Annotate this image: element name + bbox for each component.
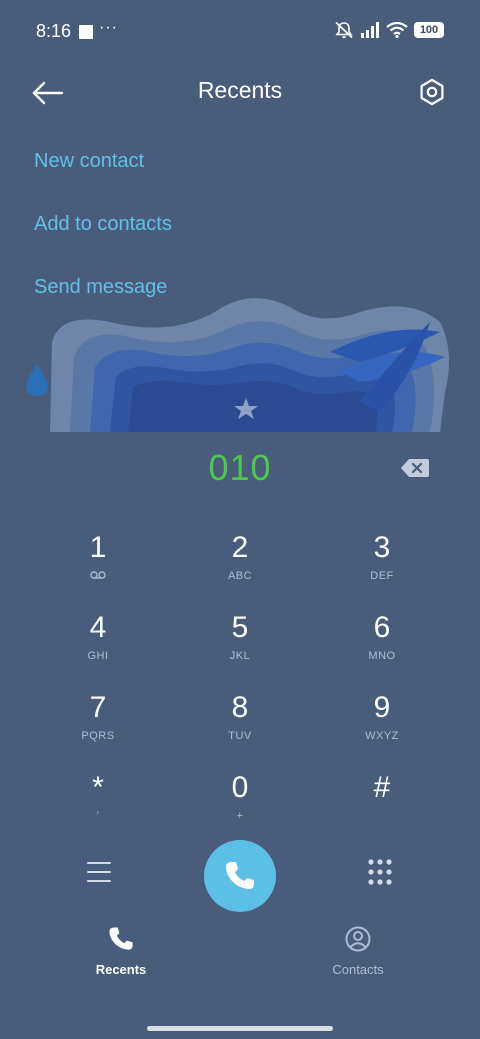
wifi-icon bbox=[386, 22, 408, 38]
battery-icon: 100 bbox=[414, 22, 444, 38]
key-letters: PQRS bbox=[81, 730, 115, 742]
key-7[interactable]: 7 PQRS bbox=[28, 686, 168, 762]
key-0[interactable]: 0 + bbox=[170, 766, 310, 842]
key-5[interactable]: 5 JKL bbox=[170, 606, 310, 682]
key-letters: JKL bbox=[229, 650, 251, 662]
key-letters: TUV bbox=[228, 730, 252, 742]
key-1[interactable]: 1 bbox=[28, 526, 168, 602]
key-letters: ' bbox=[96, 810, 100, 822]
signal-icon bbox=[361, 22, 379, 38]
backspace-button[interactable] bbox=[400, 456, 430, 480]
status-icons: 100 bbox=[334, 21, 444, 39]
key-letters: DEF bbox=[370, 570, 394, 582]
call-button[interactable] bbox=[204, 840, 276, 912]
voicemail-icon bbox=[28, 570, 168, 583]
nav-label: Recents bbox=[95, 962, 147, 977]
key-letters: WXYZ bbox=[365, 730, 399, 742]
key-digit: 3 bbox=[373, 531, 391, 564]
empty-state-illustration bbox=[0, 282, 480, 432]
key-digit: 7 bbox=[89, 691, 107, 724]
key-digit: # bbox=[373, 771, 391, 804]
settings-icon bbox=[420, 78, 444, 106]
header: Recents bbox=[0, 62, 480, 122]
mute-icon bbox=[335, 21, 353, 39]
key-digit: 0 bbox=[231, 771, 249, 804]
status-bar: 8:16 ··· 100 bbox=[0, 0, 480, 62]
phone-icon bbox=[109, 927, 133, 950]
key-letters: MNO bbox=[368, 650, 396, 662]
key-letters: ABC bbox=[227, 570, 253, 582]
key-digit: 6 bbox=[373, 611, 391, 644]
add-to-contacts-link[interactable]: Add to contacts bbox=[34, 213, 172, 236]
contact-icon bbox=[345, 926, 371, 952]
key-digit: 5 bbox=[231, 611, 249, 644]
key-9[interactable]: 9 WXYZ bbox=[312, 686, 452, 762]
bottom-navigation: Recents Contacts bbox=[0, 925, 480, 995]
key-digit: 8 bbox=[231, 691, 249, 724]
backspace-icon bbox=[401, 459, 429, 477]
dialpad-toggle-button[interactable] bbox=[361, 853, 399, 891]
key-letters: + bbox=[236, 810, 244, 822]
key-digit: * bbox=[92, 771, 104, 804]
key-2[interactable]: 2 ABC bbox=[170, 526, 310, 602]
nav-tab-contacts[interactable]: Contacts bbox=[288, 925, 428, 977]
more-notifications-indicator: ··· bbox=[99, 19, 118, 36]
menu-icon bbox=[87, 862, 111, 882]
key-letters: GHI bbox=[87, 650, 109, 662]
key-hash[interactable]: # bbox=[312, 766, 452, 842]
page-title: Recents bbox=[197, 77, 283, 103]
key-star[interactable]: * ' bbox=[28, 766, 168, 842]
key-6[interactable]: 6 MNO bbox=[312, 606, 452, 682]
status-time: 8:16 bbox=[36, 21, 72, 41]
settings-button[interactable] bbox=[412, 72, 452, 112]
dialpad-icon bbox=[368, 859, 392, 885]
key-digit: 4 bbox=[89, 611, 107, 644]
nav-label: Contacts bbox=[332, 962, 384, 977]
key-8[interactable]: 8 TUV bbox=[170, 686, 310, 762]
key-3[interactable]: 3 DEF bbox=[312, 526, 452, 602]
phone-icon bbox=[226, 862, 254, 889]
home-indicator[interactable] bbox=[147, 1026, 333, 1031]
notification-square-icon bbox=[79, 25, 93, 39]
key-digit: 1 bbox=[89, 531, 107, 564]
nav-tab-recents[interactable]: Recents bbox=[51, 925, 191, 977]
key-digit: 9 bbox=[373, 691, 391, 724]
key-4[interactable]: 4 GHI bbox=[28, 606, 168, 682]
new-contact-link[interactable]: New contact bbox=[34, 150, 144, 173]
key-digit: 2 bbox=[231, 531, 249, 564]
menu-button[interactable] bbox=[80, 853, 118, 891]
